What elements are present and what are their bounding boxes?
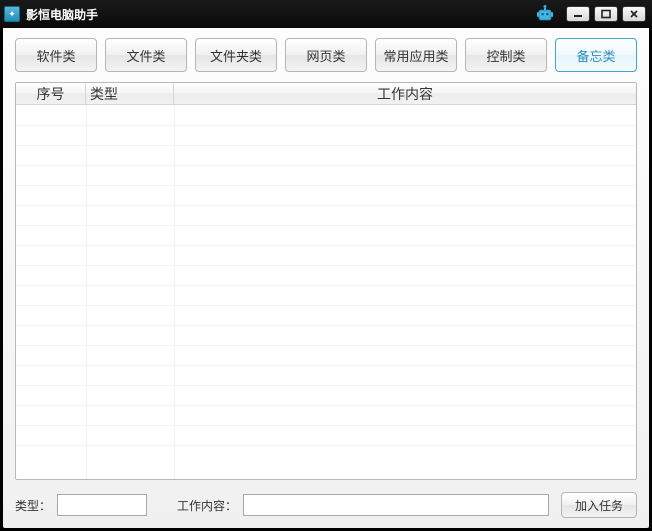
tab-webpage[interactable]: 网页类: [285, 38, 367, 72]
row-divider: [16, 405, 636, 406]
row-divider: [16, 205, 636, 206]
maximize-button[interactable]: [594, 6, 618, 22]
form-footer: 类型： 工作内容： 加入任务: [15, 492, 637, 518]
row-divider: [16, 305, 636, 306]
row-divider: [16, 145, 636, 146]
minimize-button[interactable]: [566, 6, 590, 22]
column-content[interactable]: 工作内容: [174, 83, 636, 104]
content-area: 软件类 文件类 文件夹类 网页类 常用应用类 控制类 备忘类 序号 类型 工作内…: [3, 28, 649, 528]
tab-memo[interactable]: 备忘类: [555, 38, 637, 72]
tab-software[interactable]: 软件类: [15, 38, 97, 72]
title-bar[interactable]: ✦ 影恒电脑助手: [0, 0, 652, 28]
table-body[interactable]: [16, 105, 636, 479]
row-divider: [16, 325, 636, 326]
table-header: 序号 类型 工作内容: [16, 83, 636, 105]
row-divider: [16, 345, 636, 346]
close-button[interactable]: [622, 6, 646, 22]
tab-folder[interactable]: 文件夹类: [195, 38, 277, 72]
column-type[interactable]: 类型: [86, 83, 174, 104]
row-divider: [16, 425, 636, 426]
tab-bar: 软件类 文件类 文件夹类 网页类 常用应用类 控制类 备忘类: [15, 38, 637, 72]
row-divider: [16, 365, 636, 366]
row-divider: [16, 385, 636, 386]
row-divider: [16, 445, 636, 446]
column-seq[interactable]: 序号: [16, 83, 86, 104]
type-label: 类型：: [15, 497, 51, 514]
column-divider: [86, 105, 87, 479]
row-divider: [16, 285, 636, 286]
app-window: ✦ 影恒电脑助手 软件类: [0, 0, 652, 531]
type-input[interactable]: [57, 494, 147, 516]
tab-common-apps[interactable]: 常用应用类: [375, 38, 457, 72]
task-table: 序号 类型 工作内容: [15, 82, 637, 480]
row-divider: [16, 185, 636, 186]
tab-file[interactable]: 文件类: [105, 38, 187, 72]
window-title: 影恒电脑助手: [26, 6, 534, 23]
app-icon: ✦: [4, 6, 20, 22]
row-divider: [16, 165, 636, 166]
robot-icon: [534, 5, 556, 23]
row-divider: [16, 265, 636, 266]
row-divider: [16, 245, 636, 246]
row-divider: [16, 225, 636, 226]
tab-control[interactable]: 控制类: [465, 38, 547, 72]
column-divider: [174, 105, 175, 479]
content-input[interactable]: [243, 494, 549, 516]
row-divider: [16, 125, 636, 126]
content-label: 工作内容：: [177, 497, 237, 514]
add-task-button[interactable]: 加入任务: [561, 492, 637, 518]
